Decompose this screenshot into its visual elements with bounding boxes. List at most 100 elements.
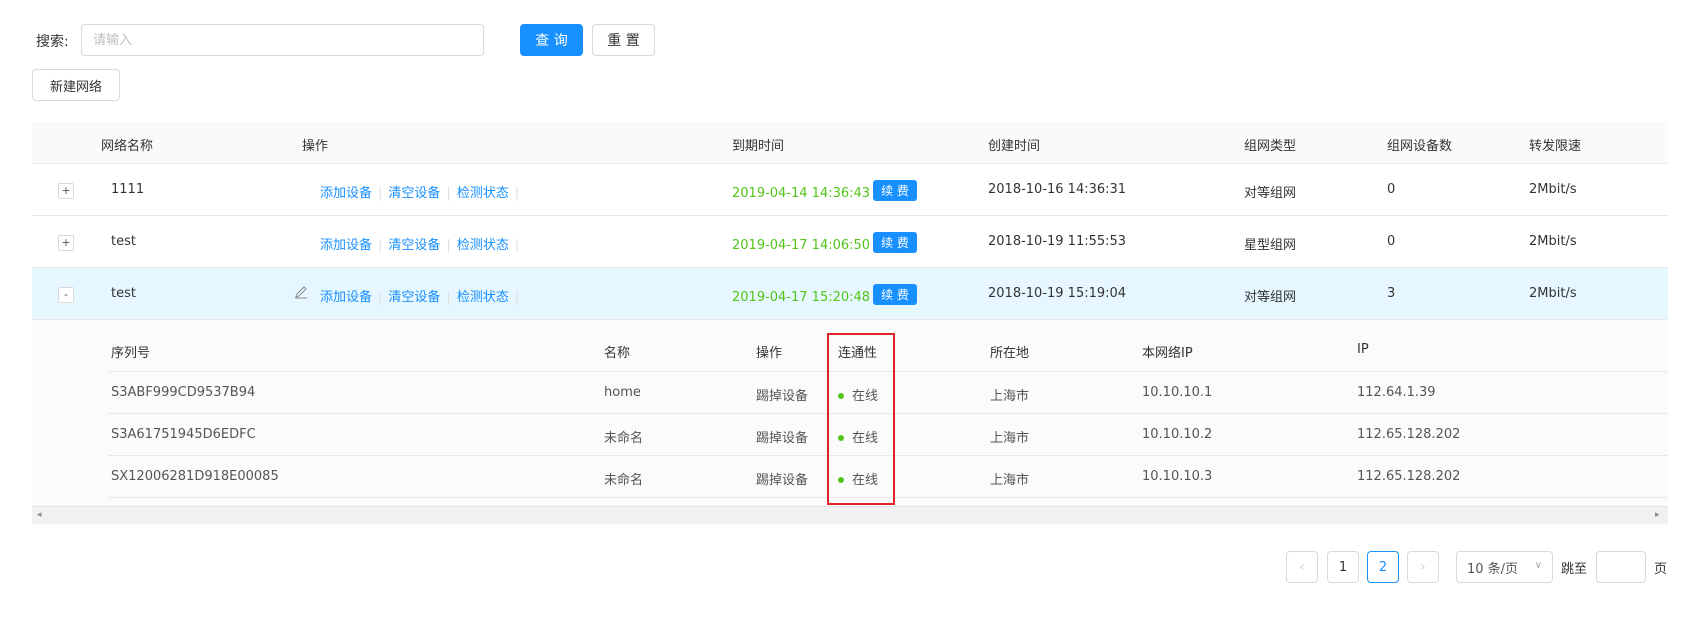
chevron-down-icon: ∨	[1534, 560, 1542, 571]
expire-time: 2019-04-17 14:06:50	[732, 238, 871, 253]
clear-devices-link[interactable]: 清空设备	[388, 186, 440, 201]
check-status-link[interactable]: 检测状态	[457, 186, 509, 201]
device-name: 未命名	[604, 431, 644, 446]
location: 上海市	[990, 389, 1030, 404]
kick-device-link[interactable]: 踢掉设备	[756, 427, 808, 446]
header-network-name: 网络名称	[101, 139, 154, 154]
kick-device-link[interactable]: 踢掉设备	[756, 469, 808, 488]
header-ip: IP	[1357, 342, 1369, 357]
header-serial: 序列号	[111, 346, 151, 361]
scroll-right-icon[interactable]: ▸	[1655, 511, 1663, 520]
device-name: 未命名	[604, 473, 644, 488]
header-speed-limit: 转发限速	[1529, 139, 1582, 154]
speed-limit: 2Mbit/s	[1529, 182, 1577, 197]
expire-time: 2019-04-14 14:36:43	[732, 186, 871, 201]
device-count: 0	[1387, 182, 1396, 197]
divider: |	[446, 238, 451, 253]
divider: |	[514, 238, 520, 253]
expand-button[interactable]: +	[58, 235, 74, 251]
divider: |	[378, 238, 383, 253]
jump-page-input[interactable]	[1596, 551, 1646, 583]
renew-button[interactable]: 续 费	[873, 284, 917, 305]
edit-icon[interactable]	[294, 285, 308, 299]
created-time: 2018-10-19 15:19:04	[988, 286, 1127, 301]
net-ip: 10.10.10.2	[1142, 427, 1213, 442]
serial-number: S3ABF999CD9537B94	[111, 385, 256, 400]
table-row: + test 添加设备 | 清空设备 | 检测状态 | 2019-04-17 14:06:…	[32, 216, 1668, 268]
scroll-left-icon[interactable]: ◂	[37, 511, 45, 520]
add-device-link[interactable]: 添加设备	[320, 186, 372, 201]
header-device-actions: 操作	[756, 346, 783, 361]
network-type: 对等组网	[1244, 186, 1297, 201]
network-type: 对等组网	[1244, 290, 1297, 305]
renew-button[interactable]: 续 费	[873, 180, 917, 201]
device-count: 0	[1387, 234, 1396, 249]
connectivity-highlight-box	[827, 333, 895, 505]
reset-button[interactable]: 重 置	[592, 24, 655, 56]
jump-label: 跳至	[1561, 562, 1588, 577]
header-device-name: 名称	[604, 346, 631, 361]
header-expire: 到期时间	[732, 139, 785, 154]
net-ip: 10.10.10.3	[1142, 469, 1213, 484]
device-name: home	[604, 385, 641, 400]
page-2-button[interactable]: 2	[1367, 551, 1399, 583]
public-ip: 112.65.128.202	[1357, 427, 1461, 442]
public-ip: 112.64.1.39	[1357, 385, 1436, 400]
speed-limit: 2Mbit/s	[1529, 234, 1577, 249]
page-size-value: 10 条/页	[1467, 561, 1519, 577]
speed-limit: 2Mbit/s	[1529, 286, 1577, 301]
header-location: 所在地	[990, 346, 1030, 361]
page-size-select[interactable]: 10 条/页 ∨	[1456, 551, 1553, 583]
row-actions: 添加设备 | 清空设备 | 检测状态 |	[320, 234, 525, 253]
public-ip: 112.65.128.202	[1357, 469, 1461, 484]
query-button[interactable]: 查 询	[520, 24, 583, 56]
next-page-button[interactable]: ›	[1407, 551, 1439, 583]
add-device-link[interactable]: 添加设备	[320, 238, 372, 253]
divider: |	[514, 290, 520, 305]
clear-devices-link[interactable]: 清空设备	[388, 290, 440, 305]
expire-cell: 2019-04-17 14:06:50 续 费	[732, 232, 917, 255]
row-actions: 添加设备 | 清空设备 | 检测状态 |	[320, 182, 525, 201]
location: 上海市	[990, 473, 1030, 488]
check-status-link[interactable]: 检测状态	[457, 238, 509, 253]
page-suffix: 页	[1654, 562, 1668, 577]
renew-button[interactable]: 续 费	[873, 232, 917, 253]
expire-time: 2019-04-17 15:20:48	[732, 290, 871, 305]
header-device-count: 组网设备数	[1387, 139, 1453, 154]
search-label: 搜索:	[36, 34, 69, 50]
prev-page-button[interactable]: ‹	[1286, 551, 1318, 583]
page-1-button[interactable]: 1	[1327, 551, 1359, 583]
horizontal-scrollbar[interactable]: ◂ ▸	[32, 506, 1668, 524]
divider: |	[446, 290, 451, 305]
header-actions: 操作	[302, 139, 329, 154]
location: 上海市	[990, 431, 1030, 446]
table-header: 网络名称 操作 到期时间 创建时间 组网类型 组网设备数 转发限速	[32, 122, 1668, 164]
network-name: 1111	[111, 182, 145, 197]
network-type: 星型组网	[1244, 238, 1297, 253]
header-net-ip: 本网络IP	[1142, 346, 1193, 361]
row-actions: 添加设备 | 清空设备 | 检测状态 |	[320, 286, 525, 305]
new-network-button[interactable]: 新建网络	[32, 69, 120, 101]
device-count: 3	[1387, 286, 1396, 301]
collapse-button[interactable]: -	[58, 287, 74, 303]
table-row: + 1111 添加设备 | 清空设备 | 检测状态 | 2019-04-14 14:36:…	[32, 164, 1668, 216]
expire-cell: 2019-04-14 14:36:43 续 费	[732, 180, 917, 203]
network-name: test	[111, 234, 136, 249]
divider: |	[378, 186, 383, 201]
header-network-type: 组网类型	[1244, 139, 1297, 154]
search-input[interactable]	[81, 24, 484, 56]
serial-number: S3A61751945D6EDFC	[111, 427, 256, 442]
divider: |	[378, 290, 383, 305]
add-device-link[interactable]: 添加设备	[320, 290, 372, 305]
created-time: 2018-10-16 14:36:31	[988, 182, 1127, 197]
header-created: 创建时间	[988, 139, 1041, 154]
net-ip: 10.10.10.1	[1142, 385, 1213, 400]
expire-cell: 2019-04-17 15:20:48 续 费	[732, 284, 917, 307]
divider: |	[514, 186, 520, 201]
serial-number: SX12006281D918E00085	[111, 469, 279, 484]
table-row: - test 添加设备 | 清空设备 | 检测状态 | 2019-04-17 15:20:…	[32, 268, 1668, 320]
clear-devices-link[interactable]: 清空设备	[388, 238, 440, 253]
expand-button[interactable]: +	[58, 183, 74, 199]
check-status-link[interactable]: 检测状态	[457, 290, 509, 305]
kick-device-link[interactable]: 踢掉设备	[756, 385, 808, 404]
